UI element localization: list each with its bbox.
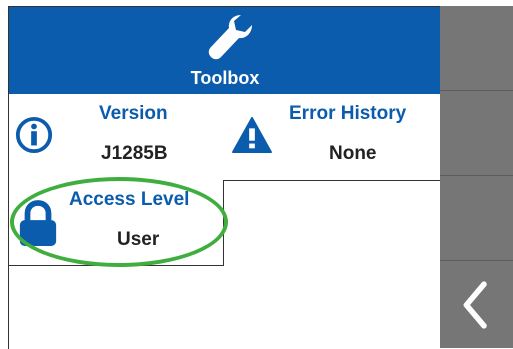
sidebar-button-1[interactable] [440, 6, 513, 91]
version-label: Version [99, 103, 168, 124]
page-title: Toolbox [190, 68, 260, 88]
version-value: J1285B [101, 143, 168, 164]
error-history-label: Error History [289, 103, 407, 124]
access-level-tile[interactable]: Access Level User [9, 180, 224, 266]
error-history-value: None [329, 143, 377, 164]
main-panel: Toolbox Version J1285B Error History Non… [8, 6, 441, 349]
error-history-tile[interactable]: Error History None [223, 94, 441, 181]
sidebar-button-3[interactable] [440, 176, 513, 261]
toolbox-header: Toolbox [9, 7, 441, 94]
wrench-icon [208, 15, 252, 60]
info-icon [15, 116, 53, 154]
warning-icon [232, 116, 272, 154]
chevron-left-icon [463, 281, 487, 329]
access-level-value: User [117, 229, 160, 250]
lock-icon [19, 200, 57, 246]
access-level-label: Access Level [69, 189, 190, 210]
sidebar [440, 6, 513, 348]
toolbox-screen: Toolbox Version J1285B Error History Non… [0, 0, 513, 349]
version-tile[interactable]: Version J1285B [9, 94, 224, 181]
sidebar-button-2[interactable] [440, 91, 513, 176]
back-button[interactable] [440, 261, 513, 348]
